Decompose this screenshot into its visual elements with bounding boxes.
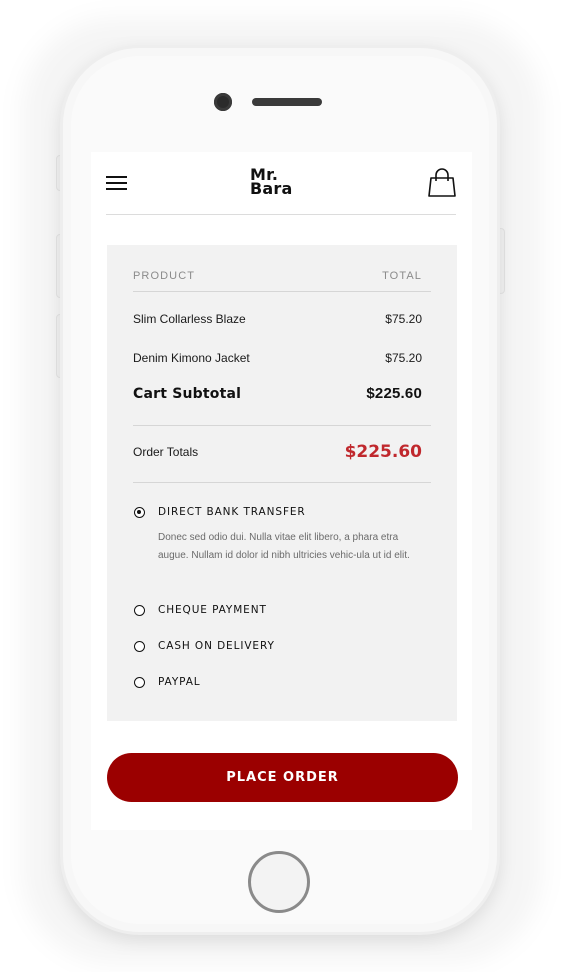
order-totals-label: Order Totals: [133, 445, 199, 459]
shopping-bag-icon[interactable]: [428, 168, 456, 198]
radio-button[interactable]: [134, 677, 145, 688]
column-header-product: PRODUCT: [133, 270, 196, 282]
payment-option-description: Donec sed odio dui. Nulla vitae elit lib…: [158, 532, 410, 561]
home-button: [248, 851, 310, 913]
table-header: PRODUCT TOTAL: [133, 270, 431, 282]
app-header: Mr. Bara: [106, 152, 456, 215]
front-camera: [214, 93, 232, 111]
order-summary-panel: PRODUCT TOTAL Slim Collarless Blaze $75.…: [107, 245, 457, 721]
header-divider: [133, 291, 431, 292]
cart-subtotal-row: Cart Subtotal $225.60: [133, 385, 431, 402]
radio-button[interactable]: [134, 605, 145, 616]
order-totals-value: $225.60: [344, 442, 422, 462]
place-order-button[interactable]: PLACE ORDER: [107, 753, 458, 802]
cart-item-price: $75.20: [385, 351, 422, 365]
brand-logo[interactable]: Mr. Bara: [250, 167, 310, 198]
payment-option-label: DIRECT BANK TRANSFER: [158, 506, 306, 518]
brand-logo-line2: Bara: [250, 179, 293, 198]
cart-item-row: Denim Kimono Jacket $75.20: [133, 351, 431, 365]
column-header-total: TOTAL: [382, 270, 422, 282]
menu-icon[interactable]: [106, 176, 127, 190]
cart-subtotal-label: Cart Subtotal: [133, 385, 242, 402]
radio-button-selected[interactable]: [134, 507, 145, 518]
payment-option-label: PAYPAL: [158, 676, 201, 688]
radio-button[interactable]: [134, 641, 145, 652]
cart-subtotal-value: $225.60: [366, 385, 422, 402]
cart-item-name: Slim Collarless Blaze: [133, 312, 246, 326]
device-mockup: Mr. Bara PRODUCT TOTAL Slim Collarless B…: [0, 0, 561, 972]
payment-option-label: CASH ON DELIVERY: [158, 640, 275, 652]
order-totals-row: Order Totals $225.60: [133, 442, 431, 462]
phone-screen: Mr. Bara PRODUCT TOTAL Slim Collarless B…: [91, 152, 472, 830]
cart-item-price: $75.20: [385, 312, 422, 326]
cart-item-row: Slim Collarless Blaze $75.20: [133, 312, 431, 326]
payment-option-label: CHEQUE PAYMENT: [158, 604, 267, 616]
totals-divider: [133, 482, 431, 483]
cart-item-name: Denim Kimono Jacket: [133, 351, 250, 365]
subtotal-divider: [133, 425, 431, 426]
earpiece-speaker: [252, 98, 322, 106]
